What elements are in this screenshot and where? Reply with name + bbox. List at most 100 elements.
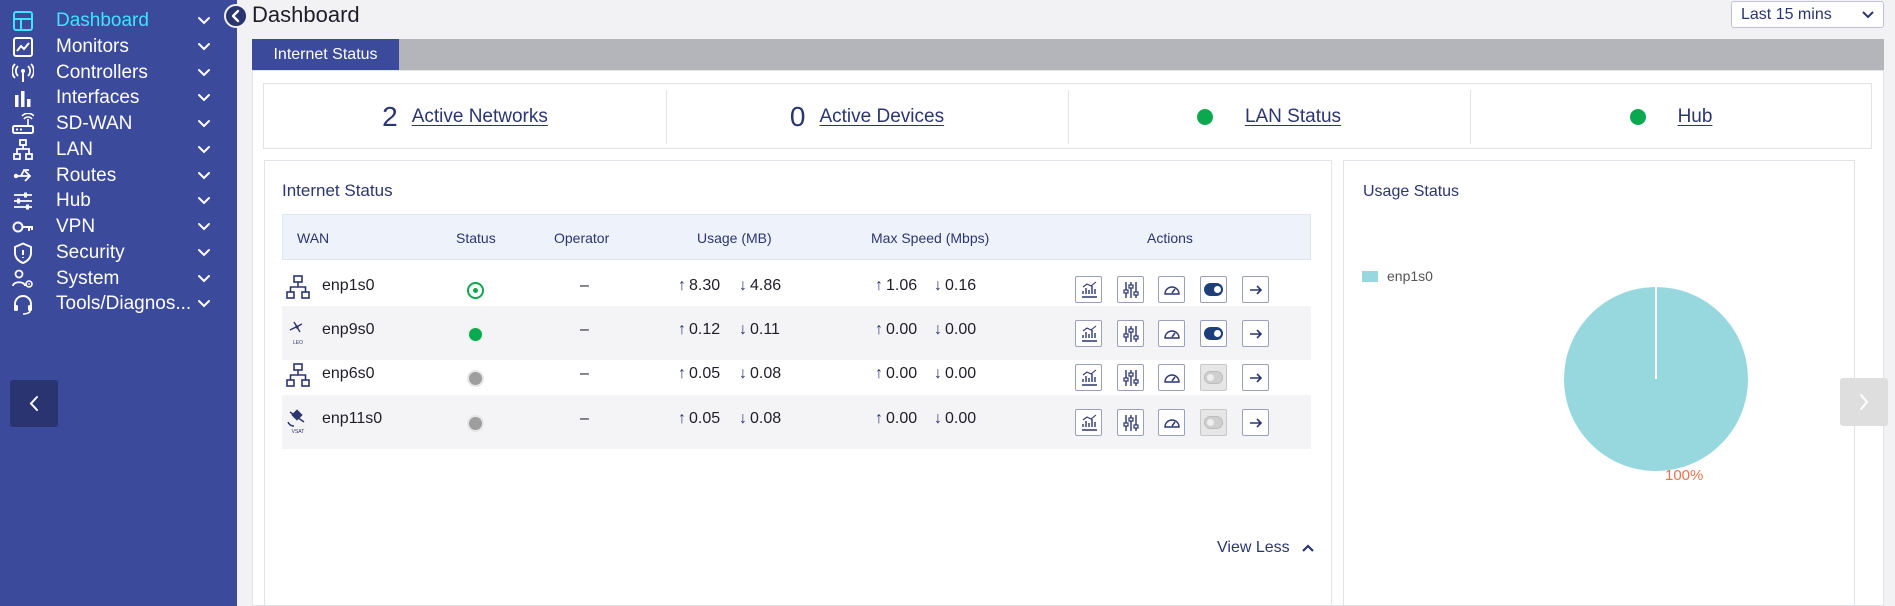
legend-swatch [1362,271,1378,282]
stats-chart-icon [1082,281,1097,298]
chevron-down-icon [198,172,210,180]
toggle-on-icon [1204,283,1223,296]
stats-chart-icon [1082,325,1097,342]
sidebar-item-label: Controllers [56,62,148,83]
settings-sliders-icon [1123,370,1139,386]
lan-status-link[interactable]: LAN Status [1245,106,1341,128]
chart-line-icon [13,37,33,57]
chevron-down-icon [198,43,210,51]
legend-label[interactable]: enp1s0 [1387,268,1433,284]
arrow-down-icon: ↓ [934,321,942,338]
settings-sliders-button[interactable] [1117,409,1144,436]
speedometer-button[interactable] [1158,320,1185,347]
usage-upload-value: 0.05 [689,410,721,427]
arrow-up-icon: ↑ [678,277,686,294]
time-range-select[interactable]: Last 15 mins [1731,1,1884,28]
active-networks-count: 2 [382,101,398,132]
chevron-down-icon [198,300,210,308]
speed-upload: ↑ 1.06 [875,277,917,295]
col-wan: WAN [297,230,330,246]
wan-name[interactable]: enp6s0 [322,365,375,383]
settings-sliders-button[interactable] [1117,364,1144,391]
speed-download-value: 0.16 [945,277,977,294]
wan-name[interactable]: enp1s0 [322,277,375,295]
wan-name[interactable]: enp9s0 [322,321,375,339]
speed-upload: ↑ 0.00 [875,365,917,383]
ethernet-icon [286,275,310,299]
hub-link[interactable]: Hub [1678,106,1713,128]
col-actions: Actions [1147,230,1193,246]
enable-toggle[interactable] [1200,409,1227,436]
summary-hub: Hub [1470,84,1872,150]
speedometer-button[interactable] [1158,364,1185,391]
open-details-button[interactable] [1242,364,1269,391]
stats-chart-button[interactable] [1075,409,1102,436]
wan-type-label: VSAT [292,429,305,434]
sidebar-item-label: Security [56,242,125,263]
sliders-icon [14,192,32,210]
enable-toggle[interactable] [1200,276,1227,303]
hub-status-dot [1629,109,1646,125]
arrow-down-icon: ↓ [934,277,942,294]
open-details-button[interactable] [1242,409,1269,436]
settings-sliders-button[interactable] [1117,320,1144,347]
status-indicator [467,370,484,387]
usage-upload-value: 8.30 [689,277,721,294]
chevron-down-icon [198,120,210,128]
speedometer-icon [1164,374,1180,383]
tab-strip: Internet Status [252,39,1884,70]
wan-name[interactable]: enp11s0 [322,410,382,428]
arrow-up-icon: ↑ [875,277,883,294]
pie-data-label: 100% [1665,467,1704,484]
speed-download: ↓ 0.00 [934,321,976,339]
arrow-down-icon: ↓ [934,365,942,382]
col-max-speed: Max Speed (Mbps) [871,230,990,246]
stats-chart-button[interactable] [1075,320,1102,347]
sidebar-collapse-button[interactable] [10,380,58,427]
settings-sliders-button[interactable] [1117,276,1144,303]
usage-upload: ↑ 8.30 [678,277,720,295]
open-details-button[interactable] [1242,320,1269,347]
arrow-right-icon [1250,285,1263,295]
enable-toggle[interactable] [1200,364,1227,391]
speedometer-icon [1164,419,1180,428]
operator-value: – [580,321,589,338]
view-less-button[interactable]: View Less [1217,539,1314,557]
stats-chart-button[interactable] [1075,364,1102,391]
arrow-up-icon: ↑ [678,321,686,338]
chevron-down-icon [198,249,210,257]
operator-value: – [580,365,589,382]
internet-status-title: Internet Status [282,181,393,200]
status-indicator [467,415,484,432]
usage-status-title: Usage Status [1363,183,1460,200]
settings-sliders-icon [1123,326,1139,342]
chevron-up-icon [1302,544,1314,552]
speed-upload: ↑ 0.00 [875,321,917,339]
sidebar-item-label: Interfaces [56,87,140,108]
sidebar-item-label: Dashboard [56,10,149,31]
chevron-down-icon [198,197,210,205]
settings-sliders-icon [1123,415,1139,431]
chevron-down-icon [198,223,210,231]
ethernet-icon [286,363,310,387]
arrow-up-icon: ↑ [678,410,686,427]
summary-active-networks: 2 Active Networks [264,84,666,150]
next-button[interactable] [1840,378,1888,426]
chevron-down-icon [198,146,210,154]
speed-upload-value: 1.06 [886,277,918,294]
active-networks-link[interactable]: Active Networks [412,106,548,128]
speedometer-button[interactable] [1158,409,1185,436]
stats-chart-button[interactable] [1075,276,1102,303]
system-users-icon [12,269,33,288]
key-icon [12,221,33,233]
active-devices-link[interactable]: Active Devices [819,106,944,128]
open-details-button[interactable] [1242,276,1269,303]
toggle-off-icon [1204,416,1223,429]
enable-toggle[interactable] [1200,320,1227,347]
sidebar-item-tools-diagnos[interactable]: Tools/Diagnos... [0,288,237,319]
status-indicator [467,326,484,343]
speedometer-button[interactable] [1158,276,1185,303]
page-title: Dashboard [252,2,360,27]
tab-internet-status[interactable]: Internet Status [252,39,399,70]
chevron-down-icon [198,17,210,25]
